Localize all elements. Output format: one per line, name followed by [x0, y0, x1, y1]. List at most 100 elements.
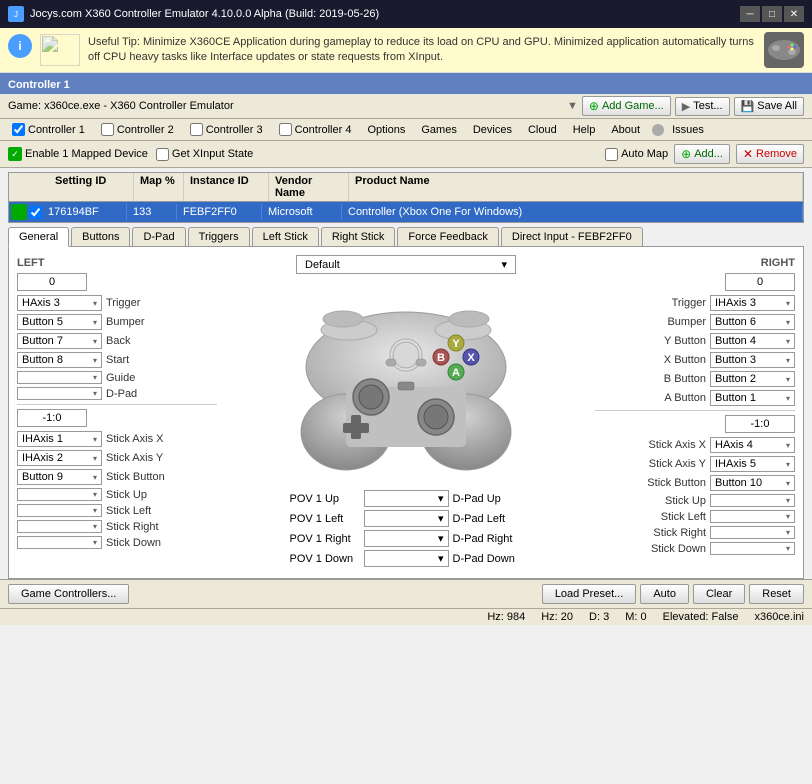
left-start-dropdown[interactable]: Button 8▾ [17, 352, 102, 368]
menu-bar: Controller 1 Controller 2 Controller 3 C… [0, 119, 812, 141]
get-xinput-checkbox[interactable]: Get XInput State [156, 148, 253, 161]
left-stick-down-dropdown[interactable]: ▾ [17, 536, 102, 549]
menu-controller1[interactable]: Controller 1 [4, 119, 93, 141]
right-section-label: RIGHT [595, 257, 795, 269]
minimize-button[interactable]: ─ [740, 6, 760, 22]
tab-triggers[interactable]: Triggers [188, 227, 250, 246]
game-controllers-button[interactable]: Game Controllers... [8, 584, 129, 604]
tab-right-stick[interactable]: Right Stick [321, 227, 396, 246]
svg-text:X: X [467, 352, 475, 364]
left-stick-axis-x-label: Stick Axis X [106, 433, 186, 445]
left-stick-left-dropdown[interactable]: ▾ [17, 504, 102, 517]
menu-help[interactable]: Help [565, 119, 604, 141]
left-stick-axis-y-label: Stick Axis Y [106, 452, 186, 464]
maximize-button[interactable]: □ [762, 6, 782, 22]
left-stick-left-label: Stick Left [106, 505, 186, 517]
menu-controller2[interactable]: Controller 2 [93, 119, 182, 141]
preset-dropdown[interactable]: Default ▾ [296, 255, 516, 274]
tab-dpad[interactable]: D-Pad [132, 227, 185, 246]
tab-force-feedback[interactable]: Force Feedback [397, 227, 498, 246]
right-bumper-label: Bumper [626, 316, 706, 328]
info-bar: i Useful Tip: Minimize X360CE Applicatio… [0, 28, 812, 73]
left-section-label: LEFT [17, 257, 217, 269]
left-guide-dropdown[interactable]: ▾ [17, 371, 102, 384]
clear-button[interactable]: Clear [693, 584, 745, 604]
right-stick-left-row: Stick Left ▾ [595, 510, 795, 523]
right-bumper-dropdown[interactable]: Button 6▾ [710, 314, 795, 330]
remove-button[interactable]: ✕ Remove [736, 144, 804, 164]
right-b-dropdown[interactable]: Button 2▾ [710, 371, 795, 387]
right-value-box: 0 [725, 273, 795, 291]
right-stick-right-dropdown[interactable]: ▾ [710, 526, 795, 539]
close-button[interactable]: ✕ [784, 6, 804, 22]
pov-right-row: POV 1 Right ▾ D-Pad Right [290, 530, 523, 547]
right-stick-axis-y-dropdown[interactable]: IHAxis 5▾ [710, 456, 795, 472]
pov-down-dropdown[interactable]: ▾ [364, 550, 449, 567]
left-guide-row: ▾ Guide [17, 371, 217, 384]
menu-cloud[interactable]: Cloud [520, 119, 565, 141]
controller4-checkbox[interactable] [279, 123, 292, 136]
pov-right-dropdown[interactable]: ▾ [364, 530, 449, 547]
right-y-dropdown[interactable]: Button 4▾ [710, 333, 795, 349]
add-game-button[interactable]: ⊕ Add Game... [582, 96, 671, 116]
left-bumper-dropdown[interactable]: Button 5▾ [17, 314, 102, 330]
right-stick-axis-x-label: Stick Axis X [626, 439, 706, 451]
right-y-label: Y Button [626, 335, 706, 347]
menu-controller4[interactable]: Controller 4 [271, 119, 360, 141]
tab-buttons[interactable]: Buttons [71, 227, 130, 246]
left-stick-axis-y-dropdown[interactable]: IHAxis 2▾ [17, 450, 102, 466]
game-bar: Game: x360ce.exe - X360 Controller Emula… [0, 94, 812, 119]
tab-direct-input[interactable]: Direct Input - FEBF2FF0 [501, 227, 643, 246]
controller1-checkbox[interactable] [12, 123, 25, 136]
table-row[interactable]: 176194BF 133 FEBF2FF0 Microsoft Controll… [9, 202, 803, 222]
load-preset-button[interactable]: Load Preset... [542, 584, 637, 604]
right-stick-up-dropdown[interactable]: ▾ [710, 494, 795, 507]
pov-left-dropdown[interactable]: ▾ [364, 510, 449, 527]
left-stick-btn-dropdown[interactable]: Button 9▾ [17, 469, 102, 485]
controller2-checkbox[interactable] [101, 123, 114, 136]
left-dpad-dropdown[interactable]: ▾ [17, 387, 102, 400]
pov-up-dropdown[interactable]: ▾ [364, 490, 449, 507]
reset-button[interactable]: Reset [749, 584, 804, 604]
cell-product: Controller (Xbox One For Windows) [342, 204, 803, 220]
pov-section: POV 1 Up ▾ D-Pad Up POV 1 Left ▾ D-Pad L… [290, 490, 523, 570]
menu-issues[interactable]: Issues [668, 119, 708, 141]
right-trigger-dropdown[interactable]: IHAxis 3▾ [710, 295, 795, 311]
row-checkbox[interactable] [29, 206, 42, 219]
menu-devices[interactable]: Devices [465, 119, 520, 141]
center-column: Default ▾ [225, 255, 587, 570]
menu-games[interactable]: Games [413, 119, 464, 141]
left-back-dropdown[interactable]: Button 7▾ [17, 333, 102, 349]
menu-about[interactable]: About [603, 119, 648, 141]
left-start-label: Start [106, 354, 186, 366]
right-stick-down-row: Stick Down ▾ [595, 542, 795, 555]
add-button[interactable]: ⊕ Add... [674, 144, 730, 164]
auto-map-checkbox[interactable]: Auto Map [605, 148, 668, 161]
menu-options[interactable]: Options [359, 119, 413, 141]
auto-button[interactable]: Auto [640, 584, 689, 604]
right-a-dropdown[interactable]: Button 1▾ [710, 390, 795, 406]
left-stick-up-dropdown[interactable]: ▾ [17, 488, 102, 501]
tab-general[interactable]: General [8, 227, 69, 247]
right-stick-axis-x-dropdown[interactable]: HAxis 4▾ [710, 437, 795, 453]
left-stick-right-dropdown[interactable]: ▾ [17, 520, 102, 533]
col-map-pct: Map % [134, 173, 184, 201]
controller3-checkbox[interactable] [190, 123, 203, 136]
right-stick-left-dropdown[interactable]: ▾ [710, 510, 795, 523]
save-all-button[interactable]: 💾 Save All [734, 97, 804, 116]
menu-controller3[interactable]: Controller 3 [182, 119, 271, 141]
left-trigger-label: Trigger [106, 297, 186, 309]
pov-left-value: D-Pad Left [453, 513, 523, 525]
left-trigger-dropdown[interactable]: HAxis 3▾ [17, 295, 102, 311]
right-x-dropdown[interactable]: Button 3▾ [710, 352, 795, 368]
pov-left-label: POV 1 Left [290, 513, 360, 525]
right-stick-down-dropdown[interactable]: ▾ [710, 542, 795, 555]
test-button[interactable]: ▶ Test... [675, 97, 730, 116]
right-stick-btn-row: Stick Button Button 10▾ [595, 475, 795, 491]
tab-left-stick[interactable]: Left Stick [252, 227, 319, 246]
right-trigger-row: Trigger IHAxis 3▾ [595, 295, 795, 311]
left-stick-up-row: ▾ Stick Up [17, 488, 217, 501]
left-stick-axis-x-dropdown[interactable]: IHAxis 1▾ [17, 431, 102, 447]
right-stick-btn-dropdown[interactable]: Button 10▾ [710, 475, 795, 491]
enable-mapped-device-checkbox[interactable]: ✓ Enable 1 Mapped Device [8, 147, 148, 161]
